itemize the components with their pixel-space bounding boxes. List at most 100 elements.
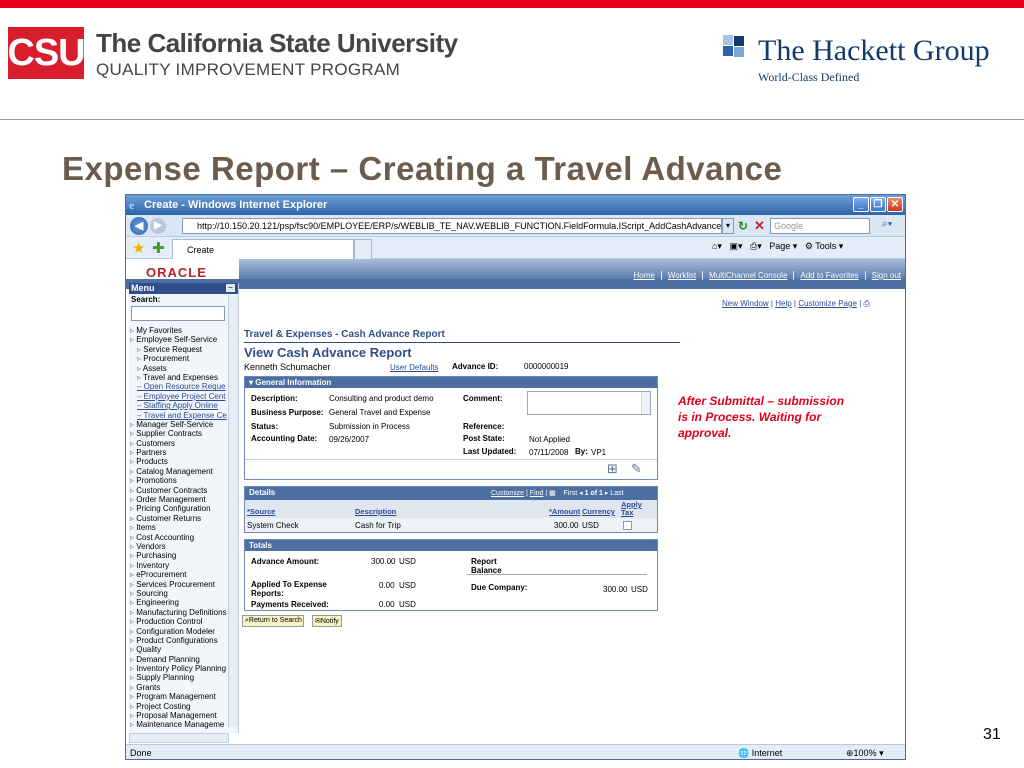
apply-tax-checkbox[interactable] (623, 521, 632, 530)
menu-item[interactable]: – Open Resource Reque (129, 382, 238, 391)
menu-item[interactable]: – Travel and Expense Ce (129, 411, 238, 420)
copy-icon[interactable]: ✎ (631, 462, 642, 477)
menu-horizontal-scrollbar[interactable] (129, 733, 229, 743)
menu-item[interactable]: ▹ Grants (129, 683, 238, 692)
menu-item[interactable]: ▹ Cost Accounting (129, 533, 238, 542)
menu-item[interactable]: – Staffing Apply Online (129, 401, 238, 410)
attachment-icon[interactable]: ⊞ (607, 462, 618, 477)
details-find-link[interactable]: Find (530, 490, 544, 497)
menu-item[interactable]: ▹ Program Management (129, 692, 238, 701)
menu-item[interactable]: ▹ Order Management (129, 495, 238, 504)
page-menu[interactable]: Page ▾ (769, 241, 797, 251)
menu-item[interactable]: ▹ Service Request (129, 345, 238, 354)
menu-item[interactable]: ▹ Pricing Configuration (129, 504, 238, 513)
menu-item[interactable]: ▹ Configuration Modeler (129, 627, 238, 636)
details-first[interactable]: First (564, 490, 578, 497)
menu-item[interactable]: ▹ Items (129, 523, 238, 532)
link-customize-page[interactable]: Customize Page (798, 299, 857, 308)
menu-item[interactable]: ▹ Maintenance Manageme (129, 720, 238, 729)
menu-item[interactable]: ▹ Product Configurations (129, 636, 238, 645)
details-last[interactable]: Last (610, 490, 623, 497)
minimize-button[interactable]: _ (853, 197, 869, 212)
first-arrow-icon[interactable]: ◂ (579, 490, 583, 497)
menu-item[interactable]: ▹ Supplier Contracts (129, 429, 238, 438)
menu-item[interactable]: ▹ Catalog Management (129, 467, 238, 476)
user-defaults-link[interactable]: User Defaults (390, 363, 438, 372)
link-new-window[interactable]: New Window (722, 299, 769, 308)
return-to-search-button[interactable]: ⌕Return to Search (242, 615, 304, 627)
notify-button[interactable]: ✉Notify (312, 615, 342, 627)
menu-item[interactable]: ▹ My Favorites (129, 326, 238, 335)
menu-item[interactable]: ▹ Customers (129, 439, 238, 448)
menu-item[interactable]: ▹ Manufacturing Definitions (129, 608, 238, 617)
menu-item[interactable]: ▹ Production Control (129, 617, 238, 626)
menu-item[interactable]: ▹ Services Procurement (129, 580, 238, 589)
link-help[interactable]: Help (775, 299, 791, 308)
back-arrow-icon[interactable]: ◀ (130, 217, 148, 235)
menu-item[interactable]: ▹ Quality (129, 645, 238, 654)
comment-scrollbar[interactable] (641, 392, 650, 414)
menu-collapse-icon[interactable]: – (226, 284, 235, 292)
zoom-control[interactable]: ⊕100% ▾ (846, 748, 884, 759)
menu-item[interactable]: ▹ Demand Planning (129, 655, 238, 664)
menu-item[interactable]: ▹ Engineering (129, 598, 238, 607)
next-arrow-icon[interactable]: ▸ (605, 490, 609, 497)
menu-item[interactable]: ▹ Employee Self-Service (129, 335, 238, 344)
link-worklist[interactable]: Worklist (660, 271, 697, 280)
col-description[interactable]: Description (355, 507, 396, 516)
link-sign-out[interactable]: Sign out (864, 271, 901, 280)
feeds-icon[interactable]: ▣▾ (729, 241, 742, 251)
menu-item[interactable]: ▹ Customer Contracts (129, 486, 238, 495)
menu-item[interactable]: ▹ Vendors (129, 542, 238, 551)
menu-item[interactable]: ▹ Supply Planning (129, 673, 238, 682)
search-icon[interactable]: ⌕▾ (874, 218, 900, 234)
col-source[interactable]: *Source (247, 507, 275, 516)
tab-create[interactable]: Create (172, 239, 354, 259)
menu-item[interactable]: ▹ Purchasing (129, 551, 238, 560)
maximize-button[interactable]: ❐ (870, 197, 886, 212)
address-dropdown-icon[interactable]: ▾ (722, 218, 734, 234)
forward-arrow-icon[interactable]: ▶ (150, 218, 166, 234)
menu-search-input[interactable] (131, 306, 225, 321)
menu-item[interactable]: ▹ Inventory (129, 561, 238, 570)
menu-item[interactable]: ▹ Sourcing (129, 589, 238, 598)
close-button[interactable]: ✕ (887, 197, 903, 212)
col-amount[interactable]: *Amount (549, 507, 580, 516)
link-multichannel-console[interactable]: MultiChannel Console (702, 271, 788, 280)
refresh-icon[interactable]: ↻ (738, 219, 748, 233)
menu-item[interactable]: ▹ Project Costing (129, 702, 238, 711)
portal-links: Home Worklist MultiChannel Console Add to F… (621, 271, 901, 280)
favorites-star-icon[interactable]: ★ (132, 239, 145, 257)
col-currency[interactable]: Currency (582, 507, 615, 516)
add-favorite-icon[interactable]: ✚ (152, 239, 165, 257)
print-icon[interactable]: ⎙▾ (750, 241, 762, 251)
menu-item[interactable]: ▹ Proposal Management (129, 711, 238, 720)
menu-item[interactable]: ▹ Travel and Expenses (129, 373, 238, 382)
menu-item[interactable]: – Employee Project Cent (129, 392, 238, 401)
printer-icon[interactable]: ⎙ (863, 299, 869, 308)
menu-item[interactable]: ▹ Assets (129, 364, 238, 373)
grid-icon[interactable]: ▦ (549, 490, 556, 497)
window-title-bar[interactable]: e Create - Windows Internet Explorer (126, 195, 905, 215)
address-input[interactable]: http://10.150.20.121/psp/fsc90/EMPLOYEE/… (182, 218, 722, 234)
search-input[interactable]: Google (770, 218, 870, 234)
stop-icon[interactable]: ✕ (754, 218, 765, 234)
menu-item[interactable]: ▹ Procurement (129, 354, 238, 363)
link-add-to-favorites[interactable]: Add to Favorites (793, 271, 859, 280)
link-home[interactable]: Home (627, 271, 654, 280)
menu-item[interactable]: ▹ eProcurement (129, 570, 238, 579)
general-information-header[interactable]: ▾ General Information (245, 377, 657, 388)
tools-menu[interactable]: ⚙ Tools ▾ (805, 241, 843, 251)
menu-item[interactable]: ▹ Manager Self-Service (129, 420, 238, 429)
menu-item[interactable]: ▹ Inventory Policy Planning (129, 664, 238, 673)
menu-item[interactable]: ▹ Partners (129, 448, 238, 457)
menu-item[interactable]: ▹ Promotions (129, 476, 238, 485)
comment-textarea[interactable] (527, 391, 651, 415)
details-customize-link[interactable]: Customize (491, 490, 524, 497)
menu-item[interactable]: ▹ Customer Returns (129, 514, 238, 523)
col-apply-tax[interactable]: Apply Tax (621, 501, 643, 517)
menu-item[interactable]: ▹ Products (129, 457, 238, 466)
new-tab-button[interactable] (354, 239, 372, 259)
menu-scrollbar[interactable] (228, 295, 238, 727)
home-icon[interactable]: ⌂▾ (712, 241, 722, 251)
